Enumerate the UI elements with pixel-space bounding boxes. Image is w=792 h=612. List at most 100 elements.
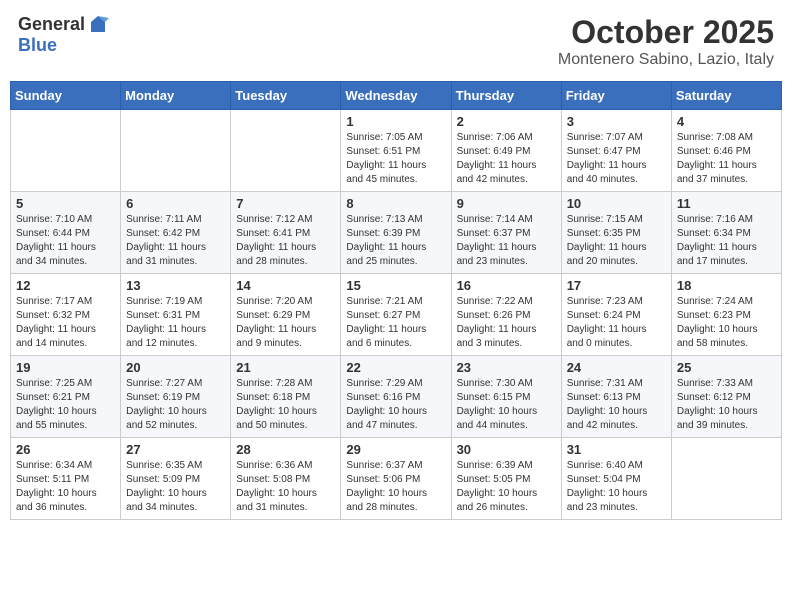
day-number: 17	[567, 278, 666, 293]
day-number: 14	[236, 278, 335, 293]
calendar-cell: 7Sunrise: 7:12 AMSunset: 6:41 PMDaylight…	[231, 192, 341, 274]
day-info: Sunrise: 7:24 AMSunset: 6:23 PMDaylight:…	[677, 295, 776, 351]
day-info: Sunrise: 7:28 AMSunset: 6:18 PMDaylight:…	[236, 377, 335, 433]
logo-blue-text: Blue	[18, 36, 109, 56]
day-number: 11	[677, 196, 776, 211]
day-info: Sunrise: 7:33 AMSunset: 6:12 PMDaylight:…	[677, 377, 776, 433]
calendar-cell: 10 Sunrise: 7:15 AMSunset: 6:35 PMDayligh…	[561, 192, 671, 274]
calendar-cell: 14 Sunrise: 7:20 AMSunset: 6:29 PMDayligh…	[231, 274, 341, 356]
day-number: 9	[457, 196, 556, 211]
calendar-cell: 22 Sunrise: 7:29 AMSunset: 6:16 PMDayligh…	[341, 356, 451, 438]
calendar-header-row: SundayMondayTuesdayWednesdayThursdayFrid…	[11, 82, 782, 110]
day-number: 26	[16, 442, 115, 457]
day-number: 31	[567, 442, 666, 457]
calendar-cell: 16Sunrise: 7:22 AMSunset: 6:26 PMDayligh…	[451, 274, 561, 356]
calendar-cell: 30 Sunrise: 6:39 AMSunset: 5:05 PMDayligh…	[451, 438, 561, 520]
day-number: 6	[126, 196, 225, 211]
logo-general-text: General	[18, 15, 85, 35]
weekday-header: Monday	[121, 82, 231, 110]
weekday-header: Sunday	[11, 82, 121, 110]
day-info: Sunrise: 7:21 AMSunset: 6:27 PMDaylight:…	[346, 295, 445, 351]
day-number: 12	[16, 278, 115, 293]
calendar-cell: 9 Sunrise: 7:14 AMSunset: 6:37 PMDaylight…	[451, 192, 561, 274]
day-info: Sunrise: 7:15 AMSunset: 6:35 PMDaylight:…	[567, 213, 666, 269]
day-number: 1	[346, 114, 445, 129]
day-info: Sunrise: 7:10 AMSunset: 6:44 PMDaylight:…	[16, 213, 115, 269]
calendar-cell: 29 Sunrise: 6:37 AMSunset: 5:06 PMDayligh…	[341, 438, 451, 520]
day-info: Sunrise: 7:29 AMSunset: 6:16 PMDaylight:…	[346, 377, 445, 433]
calendar-cell: 19Sunrise: 7:25 AMSunset: 6:21 PMDayligh…	[11, 356, 121, 438]
location-title: Montenero Sabino, Lazio, Italy	[558, 51, 774, 69]
calendar-week-row: 1 Sunrise: 7:05 AMSunset: 6:51 PMDaylight…	[11, 110, 782, 192]
calendar-table: SundayMondayTuesdayWednesdayThursdayFrid…	[10, 81, 782, 520]
day-number: 13	[126, 278, 225, 293]
calendar-cell: 27 Sunrise: 6:35 AMSunset: 5:09 PMDayligh…	[121, 438, 231, 520]
calendar-week-row: 19Sunrise: 7:25 AMSunset: 6:21 PMDayligh…	[11, 356, 782, 438]
day-info: Sunrise: 7:23 AMSunset: 6:24 PMDaylight:…	[567, 295, 666, 351]
day-number: 15	[346, 278, 445, 293]
day-info: Sunrise: 7:20 AMSunset: 6:29 PMDaylight:…	[236, 295, 335, 351]
calendar-cell: 12 Sunrise: 7:17 AMSunset: 6:32 PMDayligh…	[11, 274, 121, 356]
calendar-cell: 11Sunrise: 7:16 AMSunset: 6:34 PMDayligh…	[671, 192, 781, 274]
calendar-cell	[11, 110, 121, 192]
calendar-cell: 5 Sunrise: 7:10 AMSunset: 6:44 PMDaylight…	[11, 192, 121, 274]
day-number: 5	[16, 196, 115, 211]
title-area: October 2025 Montenero Sabino, Lazio, It…	[558, 14, 774, 69]
calendar-cell: 31 Sunrise: 6:40 AMSunset: 5:04 PMDayligh…	[561, 438, 671, 520]
calendar-week-row: 5 Sunrise: 7:10 AMSunset: 6:44 PMDaylight…	[11, 192, 782, 274]
day-info: Sunrise: 7:07 AMSunset: 6:47 PMDaylight:…	[567, 131, 666, 187]
calendar-cell: 25Sunrise: 7:33 AMSunset: 6:12 PMDayligh…	[671, 356, 781, 438]
day-number: 21	[236, 360, 335, 375]
day-info: Sunrise: 6:40 AMSunset: 5:04 PMDaylight:…	[567, 459, 666, 515]
day-number: 2	[457, 114, 556, 129]
calendar-cell: 8Sunrise: 7:13 AMSunset: 6:39 PMDaylight…	[341, 192, 451, 274]
calendar-cell: 24Sunrise: 7:31 AMSunset: 6:13 PMDayligh…	[561, 356, 671, 438]
day-info: Sunrise: 7:05 AMSunset: 6:51 PMDaylight:…	[346, 131, 445, 187]
day-info: Sunrise: 6:34 AMSunset: 5:11 PMDaylight:…	[16, 459, 115, 515]
calendar-cell: 18 Sunrise: 7:24 AMSunset: 6:23 PMDayligh…	[671, 274, 781, 356]
day-info: Sunrise: 6:37 AMSunset: 5:06 PMDaylight:…	[346, 459, 445, 515]
day-info: Sunrise: 7:08 AMSunset: 6:46 PMDaylight:…	[677, 131, 776, 187]
page-header: General Blue October 2025 Montenero Sabi…	[10, 10, 782, 73]
calendar-cell: 23 Sunrise: 7:30 AMSunset: 6:15 PMDayligh…	[451, 356, 561, 438]
weekday-header: Tuesday	[231, 82, 341, 110]
day-info: Sunrise: 7:31 AMSunset: 6:13 PMDaylight:…	[567, 377, 666, 433]
day-number: 10	[567, 196, 666, 211]
calendar-cell	[121, 110, 231, 192]
day-info: Sunrise: 7:19 AMSunset: 6:31 PMDaylight:…	[126, 295, 225, 351]
weekday-header: Wednesday	[341, 82, 451, 110]
day-info: Sunrise: 7:22 AMSunset: 6:26 PMDaylight:…	[457, 295, 556, 351]
calendar-cell	[231, 110, 341, 192]
day-info: Sunrise: 7:27 AMSunset: 6:19 PMDaylight:…	[126, 377, 225, 433]
day-info: Sunrise: 6:35 AMSunset: 5:09 PMDaylight:…	[126, 459, 225, 515]
weekday-header: Thursday	[451, 82, 561, 110]
day-number: 18	[677, 278, 776, 293]
day-info: Sunrise: 6:39 AMSunset: 5:05 PMDaylight:…	[457, 459, 556, 515]
day-info: Sunrise: 7:06 AMSunset: 6:49 PMDaylight:…	[457, 131, 556, 187]
day-number: 23	[457, 360, 556, 375]
day-info: Sunrise: 7:30 AMSunset: 6:15 PMDaylight:…	[457, 377, 556, 433]
day-number: 20	[126, 360, 225, 375]
calendar-cell: 15 Sunrise: 7:21 AMSunset: 6:27 PMDayligh…	[341, 274, 451, 356]
day-number: 27	[126, 442, 225, 457]
weekday-header: Saturday	[671, 82, 781, 110]
day-info: Sunrise: 7:17 AMSunset: 6:32 PMDaylight:…	[16, 295, 115, 351]
calendar-cell: 21 Sunrise: 7:28 AMSunset: 6:18 PMDayligh…	[231, 356, 341, 438]
calendar-cell	[671, 438, 781, 520]
day-number: 8	[346, 196, 445, 211]
day-number: 28	[236, 442, 335, 457]
logo: General Blue	[18, 14, 109, 56]
day-number: 7	[236, 196, 335, 211]
day-number: 22	[346, 360, 445, 375]
day-info: Sunrise: 7:11 AMSunset: 6:42 PMDaylight:…	[126, 213, 225, 269]
calendar-cell: 4Sunrise: 7:08 AMSunset: 6:46 PMDaylight…	[671, 110, 781, 192]
calendar-cell: 17 Sunrise: 7:23 AMSunset: 6:24 PMDayligh…	[561, 274, 671, 356]
day-number: 29	[346, 442, 445, 457]
calendar-cell: 28Sunrise: 6:36 AMSunset: 5:08 PMDayligh…	[231, 438, 341, 520]
day-number: 30	[457, 442, 556, 457]
day-number: 3	[567, 114, 666, 129]
month-title: October 2025	[558, 14, 774, 51]
day-number: 19	[16, 360, 115, 375]
calendar-cell: 3 Sunrise: 7:07 AMSunset: 6:47 PMDaylight…	[561, 110, 671, 192]
day-info: Sunrise: 7:14 AMSunset: 6:37 PMDaylight:…	[457, 213, 556, 269]
